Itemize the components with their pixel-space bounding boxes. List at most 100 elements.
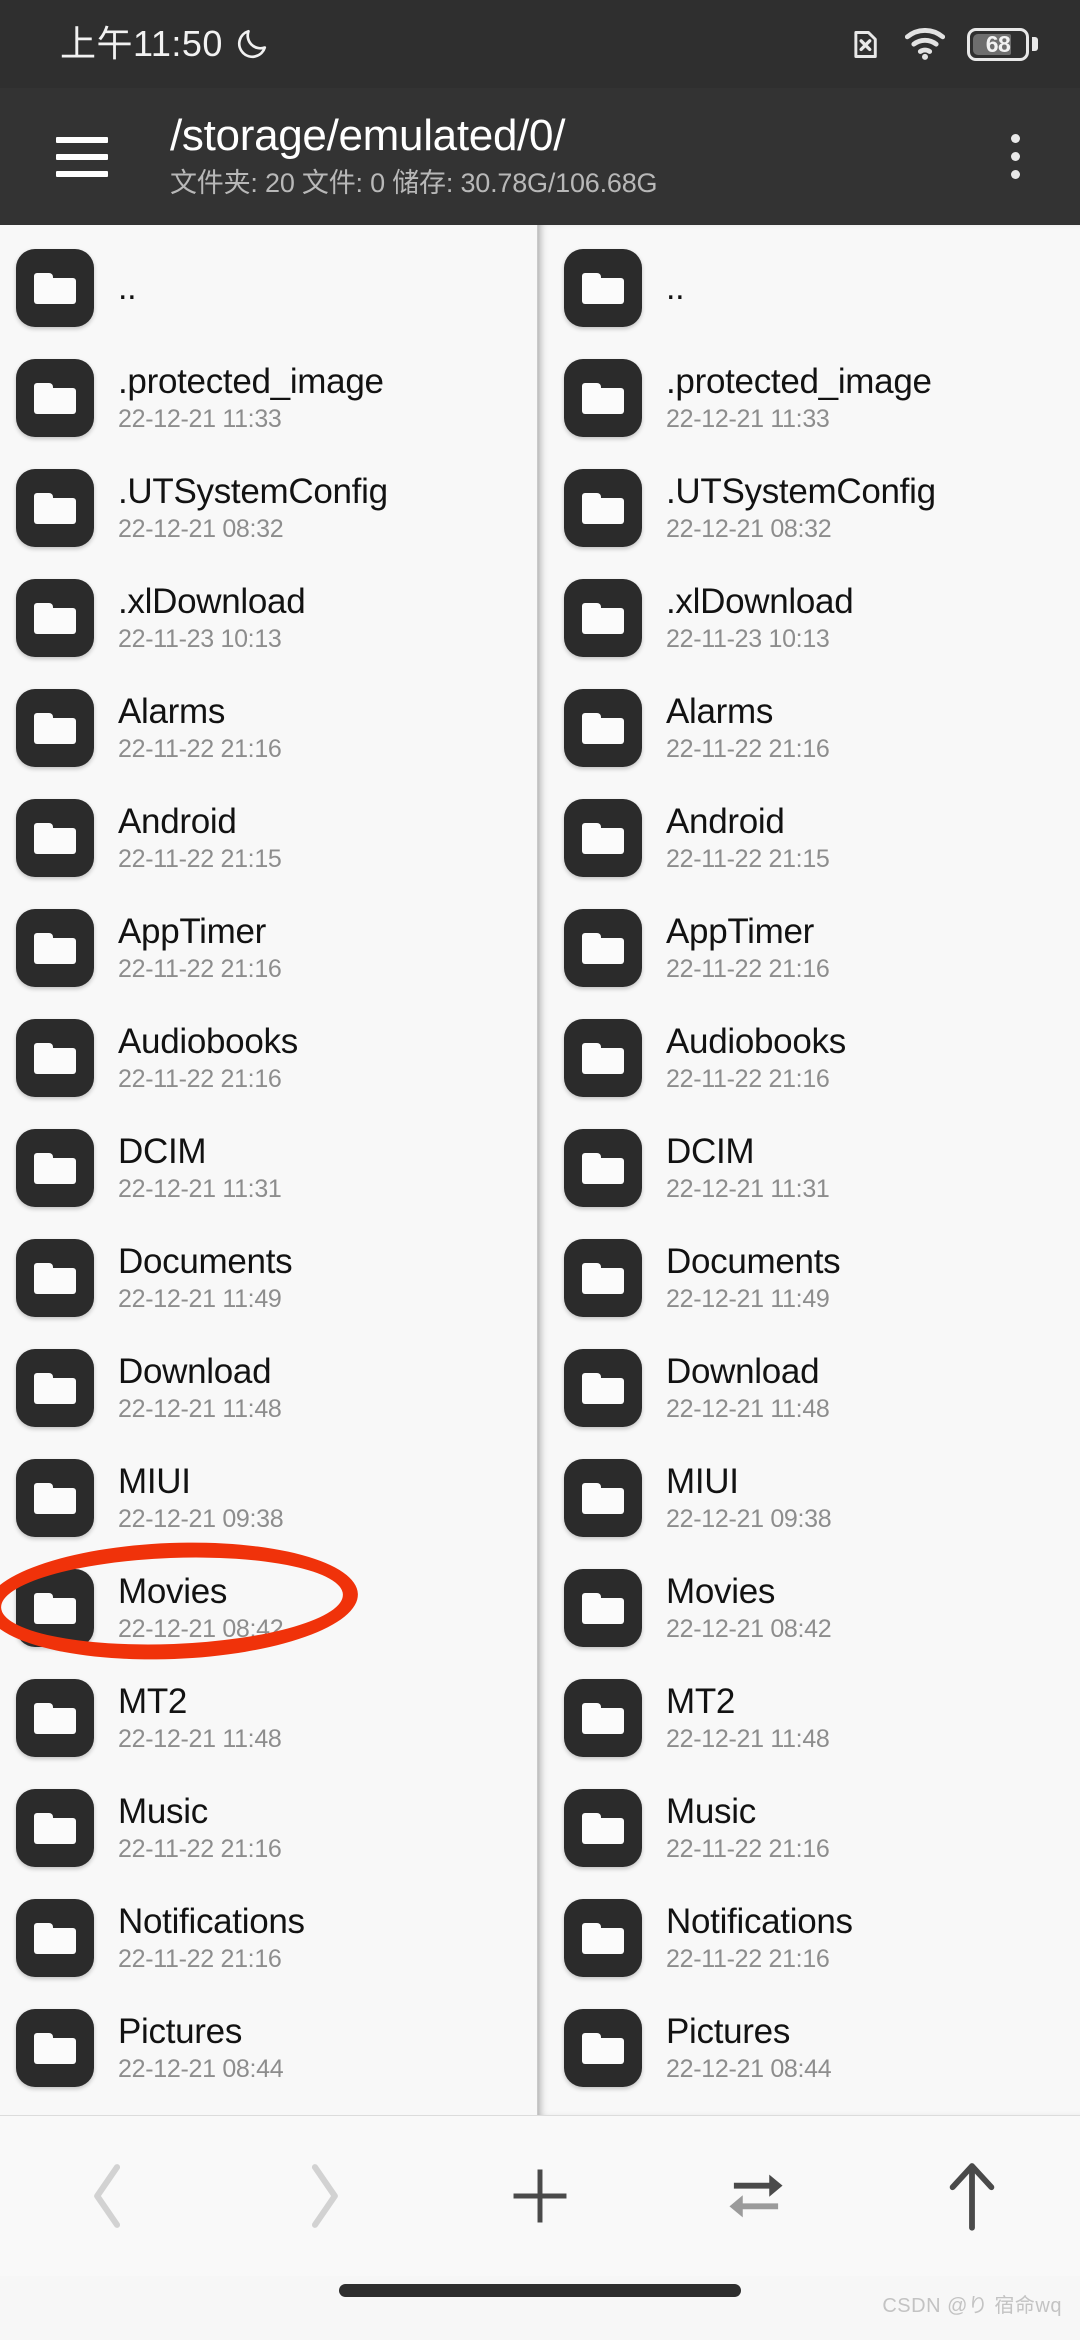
file-name-label: Music	[118, 1792, 208, 1832]
switch-panel-button[interactable]	[648, 2116, 864, 2276]
folder-icon	[16, 1679, 94, 1757]
file-name-label: MT2	[118, 1682, 188, 1722]
file-meta: Android 22-11-22 21:15	[666, 802, 830, 874]
status-bar-left: 上午11:50	[60, 26, 269, 62]
file-date-label: 22-11-22 21:16	[118, 1835, 282, 1864]
file-date-label: 22-11-22 21:16	[118, 955, 282, 984]
file-name-label: AppTimer	[666, 912, 815, 952]
current-path-label: /storage/emulated/0/	[170, 111, 566, 161]
header-text-block: /storage/emulated/0/ 文件夹: 20 文件: 0 储存: 3…	[170, 113, 980, 199]
file-list-right: .. .protected_image 22-12-21 11:33 .UTSyste…	[538, 225, 1080, 2103]
folder-icon	[16, 579, 94, 657]
file-row[interactable]: MIUI 22-12-21 09:38	[538, 1443, 1080, 1553]
file-name-label: Audiobooks	[666, 1022, 846, 1062]
file-name-label: .protected_image	[118, 362, 384, 402]
file-date-label: 22-11-22 21:16	[666, 735, 830, 764]
file-row[interactable]: Alarms 22-11-22 21:16	[538, 673, 1080, 783]
file-row[interactable]: Audiobooks 22-11-22 21:16	[0, 1003, 537, 1113]
file-meta: ..	[666, 271, 684, 305]
battery-icon: 68	[967, 27, 1038, 61]
file-meta: MT2 22-12-21 11:48	[118, 1682, 282, 1754]
back-button[interactable]	[0, 2116, 216, 2276]
status-bar-clock: 上午11:50	[60, 23, 223, 64]
file-meta: Notifications 22-11-22 21:16	[118, 1902, 305, 1974]
file-meta: Pictures 22-12-21 08:44	[118, 2012, 283, 2084]
folder-icon	[564, 1459, 642, 1537]
folder-icon	[16, 2009, 94, 2087]
file-meta: Pictures 22-12-21 08:44	[666, 2012, 831, 2084]
file-row[interactable]: Movies 22-12-21 08:42	[538, 1553, 1080, 1663]
forward-button[interactable]	[216, 2116, 432, 2276]
file-meta: Alarms 22-11-22 21:16	[118, 692, 282, 764]
file-date-label: 22-11-22 21:15	[118, 845, 282, 874]
file-row[interactable]: Documents 22-12-21 11:49	[0, 1223, 537, 1333]
file-row[interactable]: .protected_image 22-12-21 11:33	[538, 343, 1080, 453]
file-row[interactable]: Music 22-11-22 21:16	[0, 1773, 537, 1883]
file-meta: Notifications 22-11-22 21:16	[666, 1902, 853, 1974]
file-row[interactable]: DCIM 22-12-21 11:31	[0, 1113, 537, 1223]
file-row[interactable]: .protected_image 22-12-21 11:33	[0, 343, 537, 453]
folder-icon	[564, 1569, 642, 1647]
file-name-label: Alarms	[118, 692, 226, 732]
parent-directory-button[interactable]	[864, 2116, 1080, 2276]
gesture-navigation-bar[interactable]	[339, 2284, 741, 2297]
folder-icon	[564, 469, 642, 547]
file-row[interactable]: DCIM 22-12-21 11:31	[538, 1113, 1080, 1223]
file-name-label: MIUI	[666, 1462, 739, 1502]
folder-icon	[564, 2009, 642, 2087]
file-meta: ..	[118, 271, 136, 305]
file-panel-left[interactable]: .. .protected_image 22-12-21 11:33 .UTSyste…	[0, 225, 537, 2115]
file-row[interactable]: Notifications 22-11-22 21:16	[538, 1883, 1080, 1993]
file-row[interactable]: Audiobooks 22-11-22 21:16	[538, 1003, 1080, 1113]
file-name-label: Documents	[666, 1242, 841, 1282]
file-meta: .xlDownload 22-11-23 10:13	[666, 582, 853, 654]
file-row[interactable]: .UTSystemConfig 22-12-21 08:32	[538, 453, 1080, 563]
folder-icon	[564, 1239, 642, 1317]
file-row[interactable]: MIUI 22-12-21 09:38	[0, 1443, 537, 1553]
file-name-label: MIUI	[118, 1462, 191, 1502]
file-meta: Android 22-11-22 21:15	[118, 802, 282, 874]
file-row[interactable]: Music 22-11-22 21:16	[538, 1773, 1080, 1883]
file-row[interactable]: Download 22-12-21 11:48	[538, 1333, 1080, 1443]
file-row[interactable]: Alarms 22-11-22 21:16	[0, 673, 537, 783]
file-row[interactable]: Movies 22-12-21 08:42	[0, 1553, 537, 1663]
file-date-label: 22-12-21 11:33	[666, 405, 830, 434]
file-row[interactable]: Download 22-12-21 11:48	[0, 1333, 537, 1443]
file-date-label: 22-12-21 08:32	[118, 515, 284, 544]
file-row[interactable]: AppTimer 22-11-22 21:16	[0, 893, 537, 1003]
file-date-label: 22-11-22 21:16	[666, 1065, 830, 1094]
add-button[interactable]	[432, 2116, 648, 2276]
file-name-label: AppTimer	[118, 912, 267, 952]
folder-icon	[16, 689, 94, 767]
file-date-label: 22-12-21 11:49	[666, 1285, 830, 1314]
file-row[interactable]: Documents 22-12-21 11:49	[538, 1223, 1080, 1333]
file-row[interactable]: MT2 22-12-21 11:48	[0, 1663, 537, 1773]
folder-icon	[16, 249, 94, 327]
folder-icon	[16, 1569, 94, 1647]
folder-icon	[16, 1789, 94, 1867]
file-date-label: 22-12-21 11:49	[118, 1285, 282, 1314]
file-row[interactable]: Pictures 22-12-21 08:44	[538, 1993, 1080, 2103]
more-vertical-icon[interactable]	[980, 117, 1050, 197]
folder-icon	[16, 1019, 94, 1097]
moon-icon	[237, 29, 267, 59]
file-row[interactable]: ..	[538, 233, 1080, 343]
file-row[interactable]: AppTimer 22-11-22 21:16	[538, 893, 1080, 1003]
file-row[interactable]: Android 22-11-22 21:15	[538, 783, 1080, 893]
file-row[interactable]: Pictures 22-12-21 08:44	[0, 1993, 537, 2103]
file-row[interactable]: Notifications 22-11-22 21:16	[0, 1883, 537, 1993]
file-panel-right[interactable]: .. .protected_image 22-12-21 11:33 .UTSyste…	[537, 225, 1080, 2115]
file-row[interactable]: .xlDownload 22-11-23 10:13	[538, 563, 1080, 673]
hamburger-menu-icon[interactable]	[46, 121, 118, 193]
file-row[interactable]: Android 22-11-22 21:15	[0, 783, 537, 893]
file-row[interactable]: MT2 22-12-21 11:48	[538, 1663, 1080, 1773]
file-meta: Music 22-11-22 21:16	[118, 1792, 282, 1864]
file-row[interactable]: ..	[0, 233, 537, 343]
dual-pane-file-list: .. .protected_image 22-12-21 11:33 .UTSyste…	[0, 225, 1080, 2115]
file-meta: Download 22-12-21 11:48	[666, 1352, 830, 1424]
path-stats-label: 文件夹: 20 文件: 0 储存: 30.78G/106.68G	[170, 168, 658, 199]
file-row[interactable]: .UTSystemConfig 22-12-21 08:32	[0, 453, 537, 563]
file-row[interactable]: .xlDownload 22-11-23 10:13	[0, 563, 537, 673]
folder-icon	[16, 359, 94, 437]
file-date-label: 22-12-21 11:48	[118, 1725, 282, 1754]
